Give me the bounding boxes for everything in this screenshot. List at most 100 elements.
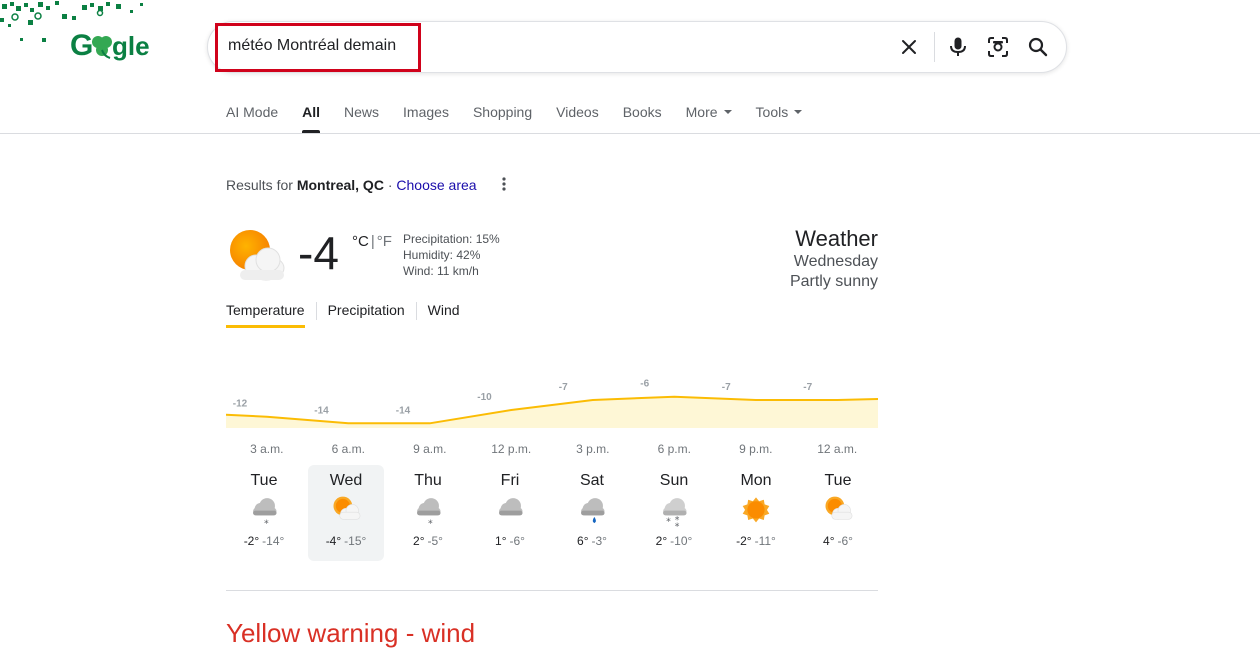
tab-news[interactable]: News <box>344 103 379 133</box>
svg-text:G: G <box>70 29 93 62</box>
day-name: Sun <box>659 472 689 489</box>
day-temps: 1° -6° <box>472 534 548 548</box>
search-divider <box>934 32 935 62</box>
day-name: Fri <box>500 472 520 489</box>
search-tabs: AI Mode All News Images Shopping Videos … <box>226 103 826 133</box>
temperature-data-label: -7 <box>559 382 568 393</box>
day-low: -6° <box>837 534 853 548</box>
day-forecast-thu-2[interactable]: Thu * 2° -5° <box>390 465 466 561</box>
tab-books[interactable]: Books <box>623 103 662 133</box>
day-low: -3° <box>591 534 607 548</box>
search-input[interactable]: météo Montréal demain <box>228 37 396 55</box>
day-low: -14° <box>262 534 285 548</box>
day-temps: 6° -3° <box>554 534 630 548</box>
svg-text:*: * <box>428 518 433 529</box>
day-high: -4° <box>325 534 342 548</box>
subtab-divider <box>315 302 317 320</box>
temperature-data-label: -10 <box>477 392 492 403</box>
weather-subtabs: Temperature Precipitation Wind <box>226 302 460 328</box>
tab-more[interactable]: More <box>686 103 732 133</box>
day-temps: -2° -11° <box>718 534 794 548</box>
day-temps: -2° -14° <box>226 534 302 548</box>
day-temps: 4° -6° <box>800 534 876 548</box>
day-forecast-mon-6[interactable]: Mon -2° -11° <box>718 465 794 561</box>
day-low: -5° <box>427 534 443 548</box>
day-forecast-sat-4[interactable]: Sat 6° -3° <box>554 465 630 561</box>
day-name: Wed <box>329 472 363 489</box>
tabs-divider <box>0 133 1260 134</box>
current-temperature: -4 <box>298 227 339 279</box>
microphone-icon <box>950 37 966 56</box>
subtab-precipitation[interactable]: Precipitation <box>328 302 405 328</box>
day-high: 4° <box>823 534 835 548</box>
sunny-icon <box>742 497 770 523</box>
day-name: Mon <box>740 472 772 489</box>
voice-search-button[interactable] <box>945 34 971 60</box>
weather-warning-title[interactable]: Yellow warning - wind <box>226 618 475 649</box>
hour-tick-label: 9 p.m. <box>739 442 772 456</box>
day-forecast-sun-5[interactable]: Sun * * * 2° -10° <box>636 465 712 561</box>
partly-sunny-icon <box>230 230 285 281</box>
cloud-rain-icon <box>581 498 605 524</box>
hour-tick-label: 12 a.m. <box>817 442 857 456</box>
day-high: 2° <box>655 534 668 548</box>
weather-title: Weather <box>795 226 878 251</box>
close-icon <box>902 40 916 54</box>
svg-text:*: * <box>264 518 269 529</box>
hour-tick-label: 6 p.m. <box>658 442 691 456</box>
choose-area-link[interactable]: Choose area <box>396 177 476 193</box>
wind-text: Wind: 11 km/h <box>403 264 479 278</box>
tab-shopping[interactable]: Shopping <box>473 103 532 133</box>
results-for-line: Results for Montreal, QC · Choose area <box>226 177 477 193</box>
tab-all[interactable]: All <box>302 103 320 133</box>
weather-condition: Partly sunny <box>789 273 878 290</box>
day-forecast-tue-0[interactable]: Tue * -2° -14° <box>226 465 302 561</box>
temperature-data-label: -7 <box>803 382 812 393</box>
cloud-heavy-snow-icon: * ** <box>663 498 687 531</box>
day-low: -10° <box>670 534 693 548</box>
cloudy-icon <box>499 498 523 516</box>
tab-tools[interactable]: Tools <box>756 103 803 133</box>
tab-ai-mode[interactable]: AI Mode <box>226 103 278 133</box>
subtab-temperature[interactable]: Temperature <box>226 302 305 328</box>
day-high: 6° <box>577 534 589 548</box>
weather-header: Weather Wednesday Partly sunny <box>790 226 878 292</box>
daily-forecast: Tue * -2° -14° Wed -4° -15° Thu * 2° -5° Fri 1° -6° Sa… <box>226 465 886 563</box>
chevron-down-icon <box>794 110 803 114</box>
more-options-icon[interactable] <box>498 175 510 193</box>
temperature-chart: -12 -14 -14 -10 -7 -6 -7 -7 3 a.m. 6 a.m. 9 a.m. 12… <box>226 379 878 456</box>
day-name: Tue <box>824 472 852 489</box>
weather-day: Wednesday <box>793 253 878 270</box>
svg-text:*: * <box>675 521 680 531</box>
google-doodle-logo[interactable]: G gle <box>0 0 165 70</box>
unit-fahrenheit[interactable]: °F <box>377 233 392 250</box>
search-icon <box>1028 37 1048 57</box>
tab-videos[interactable]: Videos <box>556 103 599 133</box>
clear-search-button[interactable] <box>896 34 922 60</box>
day-low: -15° <box>344 534 367 548</box>
day-forecast-fri-3[interactable]: Fri 1° -6° <box>472 465 548 561</box>
subtab-wind[interactable]: Wind <box>428 302 460 328</box>
search-button[interactable] <box>1025 34 1051 60</box>
day-high: 1° <box>495 534 507 548</box>
tab-images[interactable]: Images <box>403 103 449 133</box>
hour-tick-label: 6 a.m. <box>332 442 365 456</box>
partly-sunny-icon <box>333 496 361 520</box>
chevron-down-icon <box>723 110 732 114</box>
day-name: Thu <box>414 472 442 489</box>
day-name: Sat <box>579 472 604 489</box>
day-low: -6° <box>509 534 525 548</box>
hour-tick-label: 9 a.m. <box>413 442 446 456</box>
svg-text:*: * <box>666 517 671 528</box>
day-forecast-wed-1[interactable]: Wed -4° -15° <box>308 465 384 561</box>
image-search-button[interactable] <box>985 34 1011 60</box>
svg-text:gle: gle <box>112 31 150 61</box>
temperature-data-label: -14 <box>314 405 329 416</box>
day-low: -11° <box>754 534 776 548</box>
precipitation-text: Precipitation: 15% <box>403 232 500 246</box>
day-forecast-tue-7[interactable]: Tue 4° -6° <box>800 465 876 561</box>
day-temps: -4° -15° <box>308 534 384 548</box>
unit-celsius[interactable]: °C <box>352 233 369 250</box>
hour-tick-label: 3 a.m. <box>250 442 283 456</box>
partly-sunny-icon <box>825 496 853 520</box>
